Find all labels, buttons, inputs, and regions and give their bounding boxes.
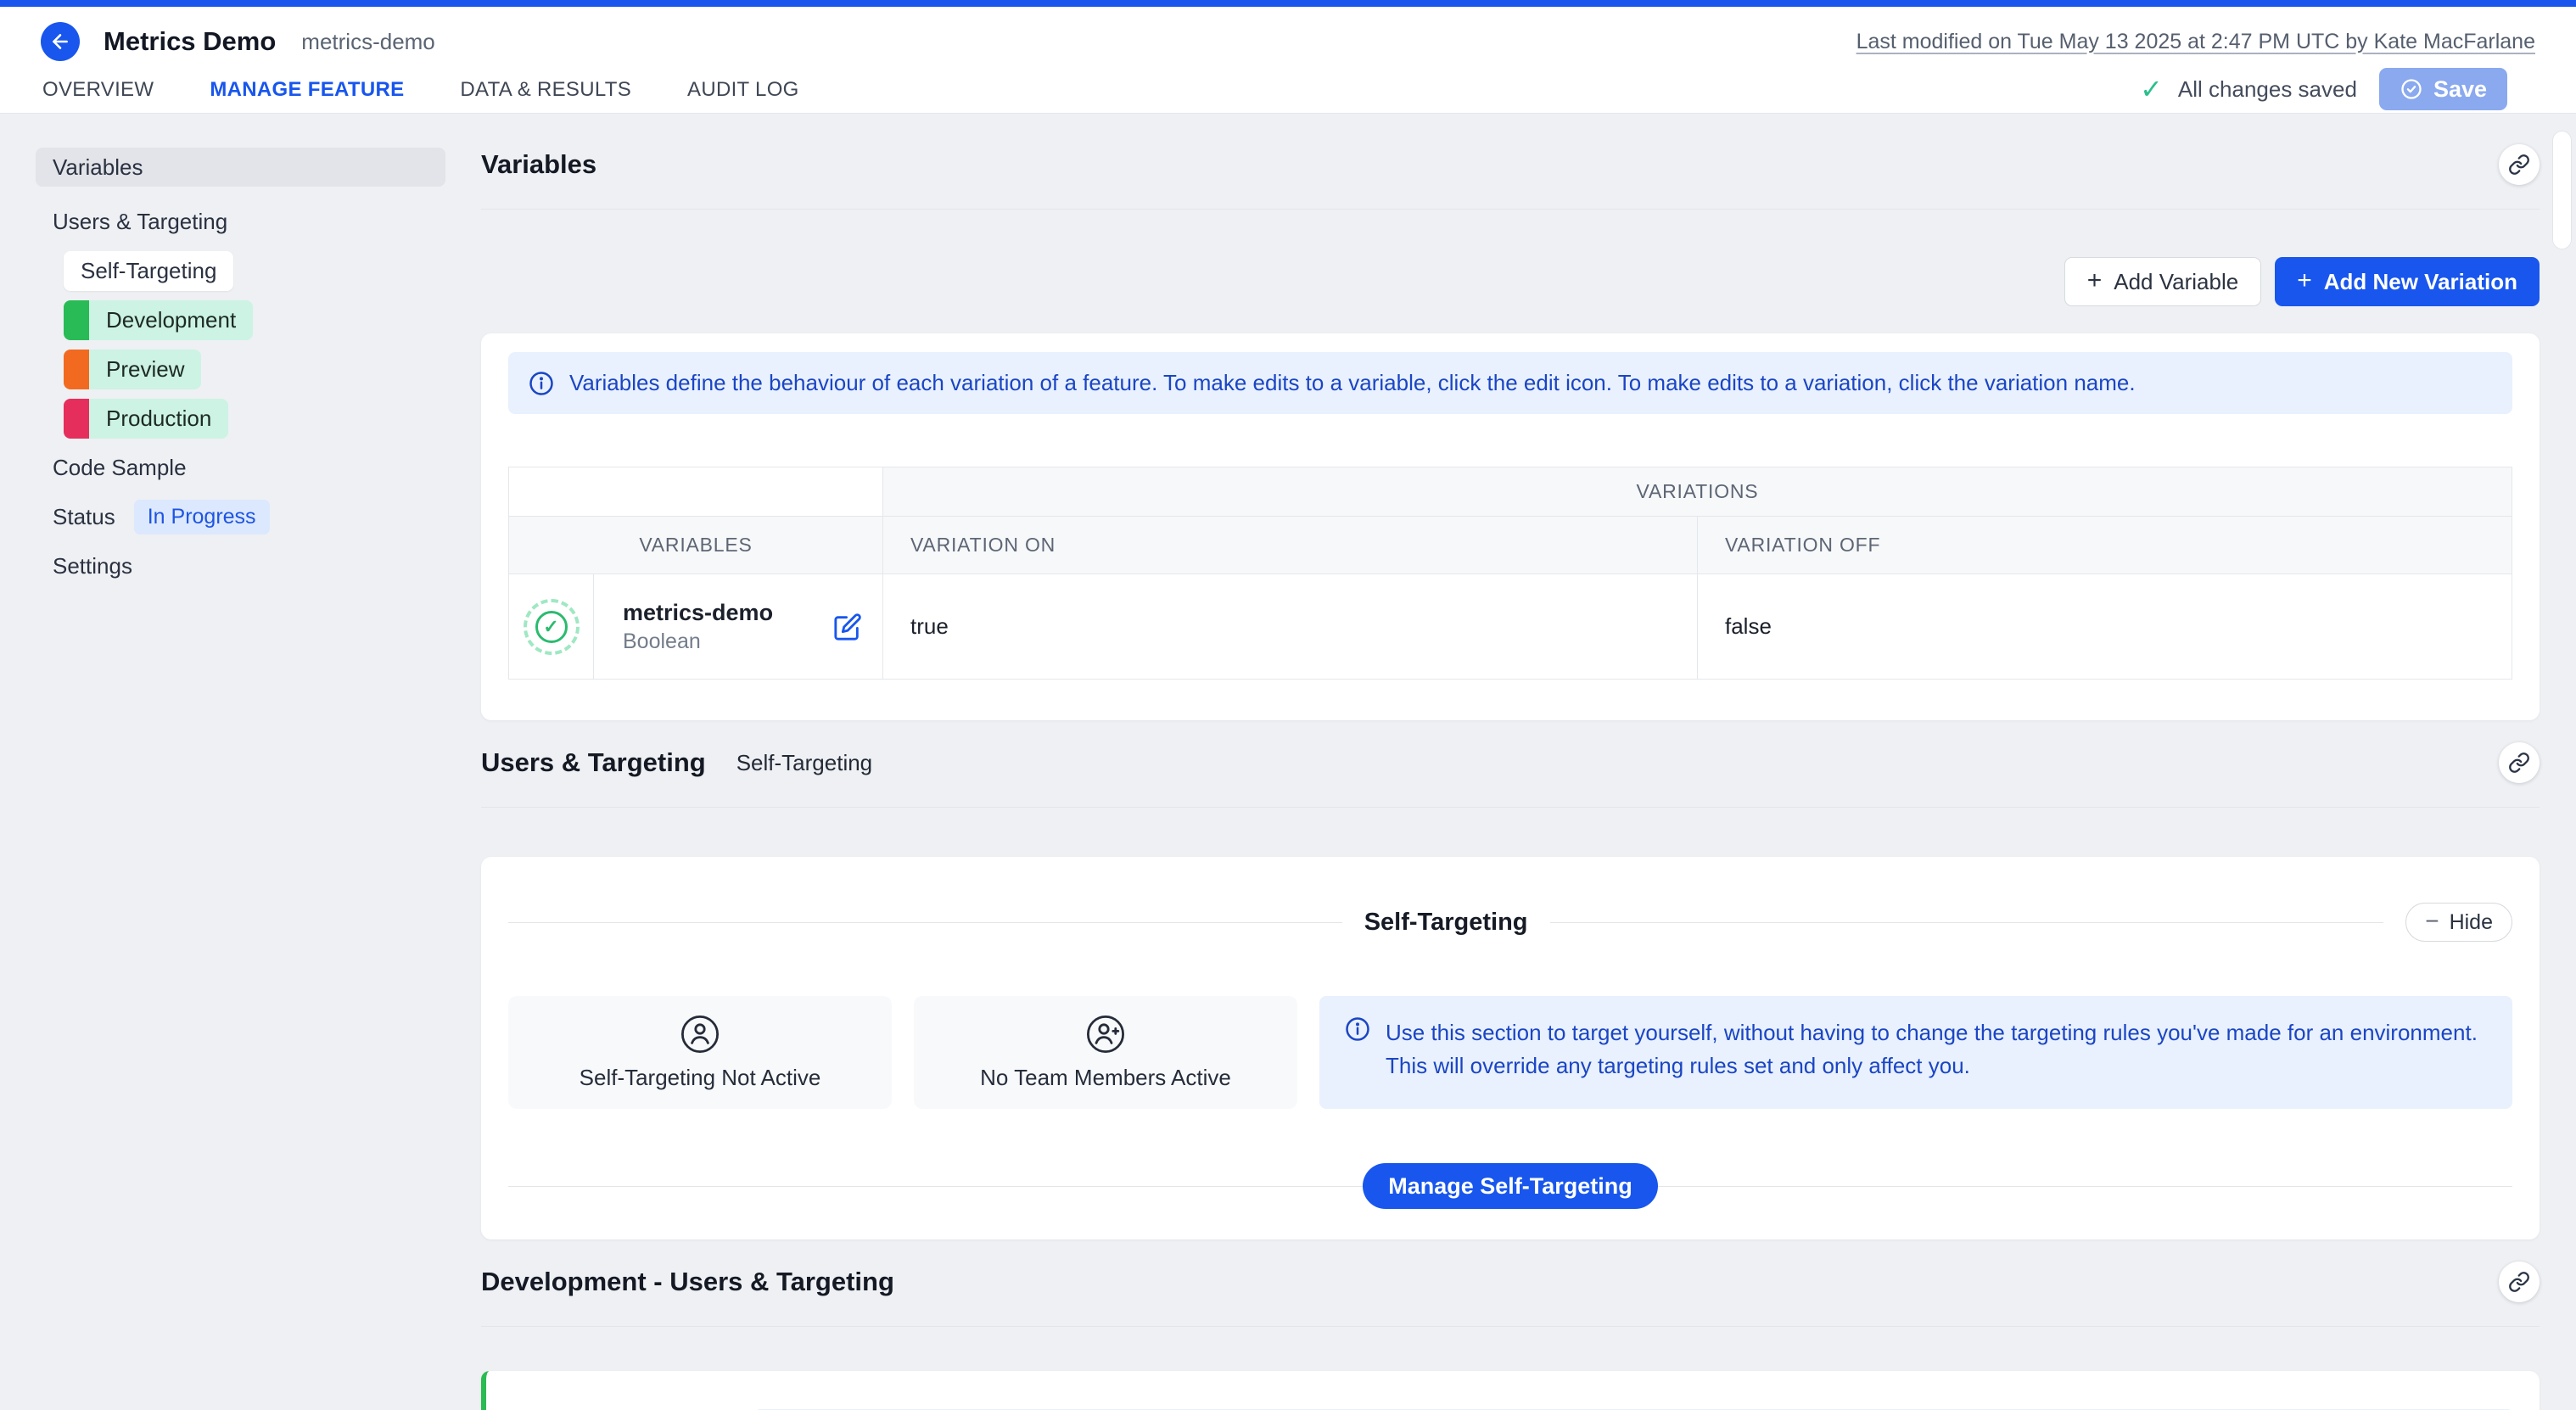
check-icon: ✓ (2140, 76, 2163, 103)
minus-icon: − (2425, 909, 2439, 933)
development-section-header: Development - Users & Targeting (481, 1239, 2540, 1327)
team-members-status-box: No Team Members Active (914, 996, 1297, 1109)
variation-off-value: false (1698, 574, 2512, 680)
variables-actions: + Add Variable + Add New Variation (481, 257, 2540, 306)
info-icon (1345, 1016, 1370, 1042)
variables-info-banner: Variables define the behaviour of each v… (508, 352, 2512, 414)
variation-on-value: true (883, 574, 1698, 680)
variables-info-text: Variables define the behaviour of each v… (569, 368, 2136, 398)
self-targeting-title: Self-Targeting (1364, 909, 1528, 937)
accent-topbar (0, 0, 2576, 7)
user-circle-icon (680, 1014, 720, 1055)
preview-color-chip (64, 350, 89, 389)
link-icon (2508, 154, 2530, 176)
user-plus-circle-icon (1085, 1014, 1126, 1055)
self-targeting-header-row: Self-Targeting − Hide (508, 903, 2512, 942)
sidebar-item-variables[interactable]: Variables (36, 148, 445, 187)
circle-check-icon (2400, 77, 2423, 101)
sidebar-item-env-preview[interactable]: Preview (64, 350, 201, 389)
self-targeting-info-panel: Use this section to target yourself, wit… (1319, 996, 2512, 1109)
main-content: Variables + Add Variable + Add New Varia… (481, 114, 2540, 1410)
edit-variable-button[interactable] (833, 613, 862, 641)
team-members-status-text: No Team Members Active (980, 1065, 1231, 1091)
development-targeting-card: ✓ Targeting ON Use targeting rules to co… (481, 1371, 2540, 1410)
divider-line (508, 922, 1342, 923)
sidebar-item-settings[interactable]: Settings (36, 553, 132, 579)
development-heading: Development - Users & Targeting (481, 1267, 894, 1297)
sidebar-item-env-development[interactable]: Development (64, 300, 253, 340)
users-targeting-section-header: Users & Targeting Self-Targeting (481, 720, 2540, 808)
column-header-variation-off[interactable]: VARIATION OFF (1698, 517, 2512, 574)
feature-key: metrics-demo (301, 29, 434, 55)
tab-audit-log[interactable]: AUDIT LOG (686, 76, 801, 114)
plus-icon: + (2297, 268, 2312, 294)
development-anchor-link-button[interactable] (2499, 1262, 2540, 1302)
sidebar-item-code-sample[interactable]: Code Sample (36, 455, 187, 481)
add-variable-button[interactable]: + Add Variable (2064, 257, 2261, 306)
last-modified-link[interactable]: Last modified on Tue May 13 2025 at 2:47… (1856, 30, 2535, 54)
column-header-variation-on[interactable]: VARIATION ON (883, 517, 1698, 574)
column-header-variables: VARIABLES (509, 517, 883, 574)
link-icon (2508, 1271, 2530, 1293)
info-icon (529, 371, 554, 396)
divider-line (1658, 1186, 2512, 1187)
production-color-chip (64, 399, 89, 439)
variable-row: ✓ metrics-demo Boolean (509, 574, 2512, 680)
boolean-variable-icon: ✓ (524, 599, 580, 655)
add-new-variation-button[interactable]: + Add New Variation (2275, 257, 2540, 306)
users-targeting-heading: Users & Targeting (481, 747, 706, 778)
self-targeting-status-text: Self-Targeting Not Active (580, 1065, 821, 1091)
sidebar: Variables Users & Targeting Self-Targeti… (0, 114, 460, 1410)
users-targeting-subheading: Self-Targeting (736, 750, 872, 776)
tab-overview[interactable]: OVERVIEW (41, 76, 155, 114)
variables-anchor-link-button[interactable] (2499, 144, 2540, 185)
app-header: Metrics Demo metrics-demo Last modified … (0, 7, 2576, 114)
variable-type: Boolean (623, 629, 773, 654)
hide-self-targeting-button[interactable]: − Hide (2405, 903, 2512, 942)
variable-name: metrics-demo (623, 600, 773, 626)
variations-group-header: VARIATIONS (883, 467, 2512, 517)
status-badge[interactable]: In Progress (134, 500, 270, 534)
back-button[interactable] (41, 22, 80, 61)
save-cluster: ✓ All changes saved Save (2140, 68, 2507, 110)
link-icon (2508, 752, 2530, 774)
self-targeting-status-row: Self-Targeting Not Active No Team Member… (508, 996, 2512, 1109)
plus-icon: + (2087, 268, 2103, 294)
page-title: Metrics Demo (104, 26, 276, 57)
self-targeting-info-text: Use this section to target yourself, wit… (1386, 1016, 2487, 1083)
variables-section-header: Variables (481, 114, 2540, 210)
arrow-left-icon (49, 31, 71, 53)
manage-self-targeting-row: Manage Self-Targeting (508, 1163, 2512, 1209)
variable-type-cell: ✓ (509, 574, 594, 680)
variable-name-cell: metrics-demo Boolean (594, 574, 883, 680)
variables-card: Variables define the behaviour of each v… (481, 333, 2540, 720)
sidebar-item-users-targeting[interactable]: Users & Targeting (36, 209, 227, 235)
save-status-text: All changes saved (2178, 76, 2357, 103)
edit-icon (833, 613, 862, 641)
tab-data-results[interactable]: DATA & RESULTS (458, 76, 633, 114)
table-spacer-cell (509, 467, 883, 517)
sidebar-item-status[interactable]: Status (36, 504, 115, 530)
sidebar-item-env-production[interactable]: Production (64, 399, 228, 439)
users-targeting-anchor-link-button[interactable] (2499, 742, 2540, 783)
sidebar-item-self-targeting[interactable]: Self-Targeting (64, 251, 233, 291)
divider-line (508, 1186, 1363, 1187)
self-targeting-card: Self-Targeting − Hide Self-Targeting Not… (481, 857, 2540, 1239)
development-color-chip (64, 300, 89, 340)
save-button[interactable]: Save (2379, 68, 2507, 110)
divider-line (1550, 922, 2384, 923)
tab-manage-feature[interactable]: MANAGE FEATURE (208, 76, 406, 117)
manage-self-targeting-button[interactable]: Manage Self-Targeting (1363, 1163, 1658, 1209)
variables-heading: Variables (481, 149, 596, 180)
variables-table: VARIATIONS VARIABLES VARIATION ON VARIAT… (508, 467, 2512, 680)
vertical-scrollbar-thumb[interactable] (2552, 131, 2572, 249)
self-targeting-status-box: Self-Targeting Not Active (508, 996, 892, 1109)
